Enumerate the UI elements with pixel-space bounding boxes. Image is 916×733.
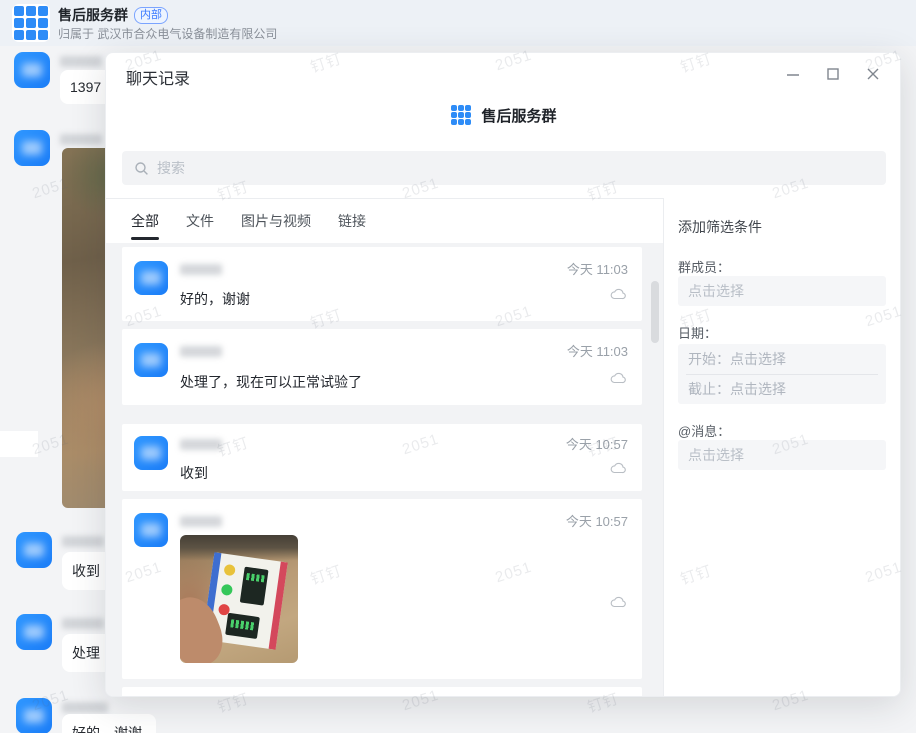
dialog-group-name: 售后服务群 xyxy=(481,105,556,126)
date-filter-group: 开始： 点击选择 截止： 点击选择 xyxy=(678,344,886,404)
cloud-icon xyxy=(610,371,626,384)
redacted-name xyxy=(180,264,222,275)
message-text: 处理了，现在可以正常试验了 xyxy=(180,372,362,392)
avatar xyxy=(14,130,50,166)
divider xyxy=(686,374,878,375)
message-time: 今天 10:57 xyxy=(566,511,628,530)
dialog-title: 聊天记录 xyxy=(126,65,190,89)
member-filter-label: 群成员： xyxy=(678,257,730,276)
message-card: 今天 10:57 xyxy=(122,499,642,679)
message-card: 处理了，现在可以正常试验了 今天 11:03 xyxy=(122,329,642,405)
group-avatar xyxy=(12,4,50,42)
redacted-name xyxy=(62,702,108,713)
redacted-name xyxy=(62,618,104,629)
search-input[interactable] xyxy=(157,160,757,176)
chat-history-dialog: 聊天记录 售后服务群 全部 文件 图片与视频 链接 xyxy=(105,52,901,697)
redacted-name xyxy=(62,536,104,547)
avatar xyxy=(14,52,50,88)
redacted-name xyxy=(180,439,222,450)
at-filter-select[interactable]: 点击选择 xyxy=(678,440,886,470)
message-time: 今天 11:03 xyxy=(567,259,628,278)
tab-all[interactable]: 全部 xyxy=(131,198,159,243)
internal-badge: 内部 xyxy=(134,7,168,24)
redacted-name xyxy=(180,346,222,357)
company-name: 武汉市合众电气设备制造有限公司 xyxy=(97,27,277,41)
avatar[interactable] xyxy=(134,343,168,377)
redacted-name xyxy=(60,134,102,145)
avatar xyxy=(16,614,52,650)
result-tabs: 全部 文件 图片与视频 链接 xyxy=(131,198,366,243)
group-title: 售后服务群 xyxy=(58,5,128,25)
cloud-icon xyxy=(610,287,626,300)
tab-links[interactable]: 链接 xyxy=(338,198,366,243)
message-image[interactable] xyxy=(180,535,298,663)
search-bar[interactable] xyxy=(122,151,886,185)
cloud-icon xyxy=(610,461,626,474)
maximize-button[interactable] xyxy=(826,67,840,81)
main-window-header: 售后服务群 内部 归属于 武汉市合众电气设备制造有限公司 xyxy=(0,0,916,46)
redacted-name xyxy=(60,56,102,67)
filter-title: 添加筛选条件 xyxy=(678,217,762,237)
chat-bubble: 好的，谢谢 xyxy=(62,714,156,733)
avatar xyxy=(16,698,52,733)
tab-files[interactable]: 文件 xyxy=(186,198,214,243)
redaction-box xyxy=(0,431,38,457)
message-text: 好的，谢谢 xyxy=(180,289,250,309)
filter-panel: 添加筛选条件 群成员： 点击选择 日期： 开始： 点击选择 截止： 点击选择 @… xyxy=(664,198,901,697)
search-icon xyxy=(134,161,149,176)
at-filter-label: @消息： xyxy=(678,421,730,440)
tab-media[interactable]: 图片与视频 xyxy=(241,198,311,243)
group-ownership: 归属于 武汉市合众电气设备制造有限公司 xyxy=(58,25,277,42)
group-avatar-small xyxy=(449,103,473,127)
avatar[interactable] xyxy=(134,513,168,547)
avatar xyxy=(16,532,52,568)
date-start-select[interactable]: 开始： 点击选择 xyxy=(678,344,886,374)
avatar[interactable] xyxy=(134,436,168,470)
redacted-name xyxy=(180,516,222,527)
member-filter-select[interactable]: 点击选择 xyxy=(678,276,886,306)
message-time: 今天 11:03 xyxy=(567,341,628,360)
message-time: 今天 10:57 xyxy=(566,434,628,453)
message-text: 收到 xyxy=(180,463,208,483)
date-end-select[interactable]: 截止： 点击选择 xyxy=(678,374,886,404)
scrollbar-thumb[interactable] xyxy=(651,281,659,343)
close-button[interactable] xyxy=(866,67,880,81)
cloud-icon xyxy=(610,595,626,608)
message-card: 好的，谢谢 今天 11:03 xyxy=(122,247,642,321)
avatar[interactable] xyxy=(134,261,168,295)
minimize-button[interactable] xyxy=(786,67,800,81)
date-filter-label: 日期： xyxy=(678,323,717,342)
message-list[interactable]: 好的，谢谢 今天 11:03 处理了，现在可以正常试验了 今天 11:03 收到… xyxy=(106,243,663,697)
message-card-partial xyxy=(122,687,642,697)
message-card: 收到 今天 10:57 xyxy=(122,424,642,491)
